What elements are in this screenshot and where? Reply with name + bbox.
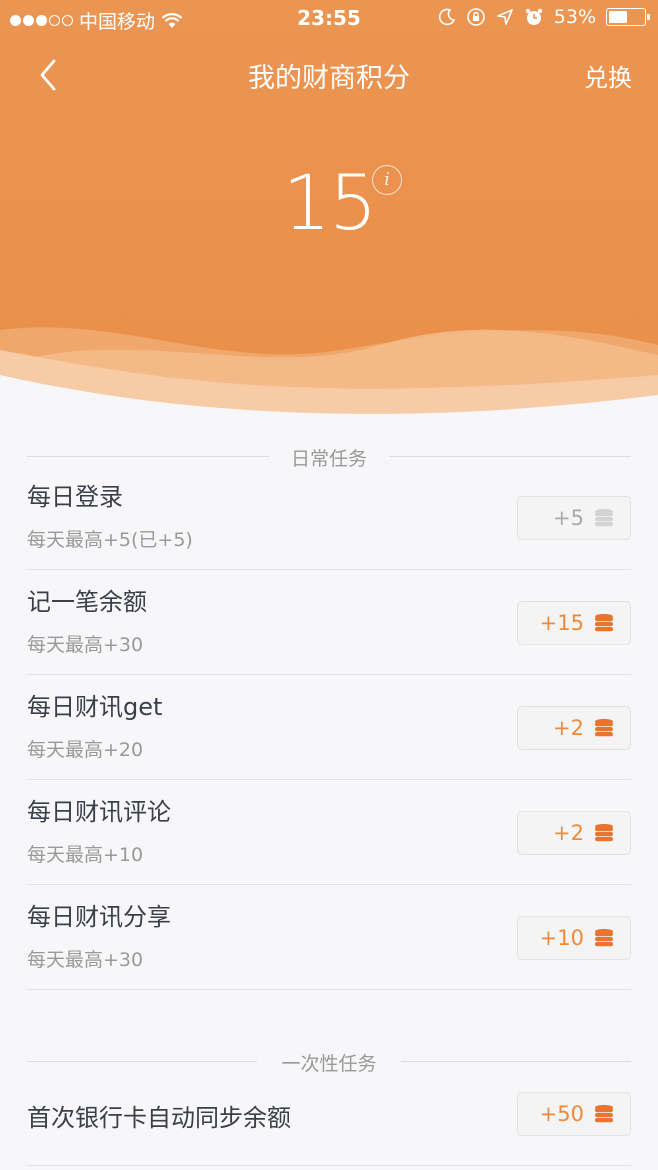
- reward-value: +2: [553, 821, 584, 845]
- battery-icon: [606, 8, 650, 26]
- section-header-once: 一次性任务: [27, 1049, 631, 1075]
- wave-decoration: [0, 327, 658, 430]
- reward-button[interactable]: +15: [517, 601, 631, 645]
- coin-stack-icon: [595, 928, 613, 947]
- task-title: 每日财讯get: [27, 693, 163, 721]
- info-icon[interactable]: i: [372, 165, 402, 195]
- reward-value: +5: [553, 506, 584, 530]
- task-title: 每日财讯评论: [27, 798, 171, 826]
- task-subtitle: 每天最高+5(已+5): [27, 529, 193, 551]
- section-title-once: 一次性任务: [263, 1053, 395, 1075]
- task-row: 每日财讯评论每天最高+10 +2: [27, 780, 631, 885]
- status-bar: 中国移动 23:55 53%: [0, 0, 658, 38]
- coin-stack-icon: [595, 718, 613, 737]
- moon-icon: [438, 8, 455, 26]
- rotation-lock-icon: [466, 8, 485, 26]
- coin-stack-icon: [595, 613, 613, 632]
- task-row: 记一笔余额每天最高+30 +15: [27, 570, 631, 675]
- task-subtitle: 每天最高+10: [27, 844, 144, 866]
- points-value: 15: [282, 158, 378, 247]
- reward-button[interactable]: +2: [517, 706, 631, 750]
- task-row: 每日财讯get 每天最高+20 +2: [27, 675, 631, 780]
- coin-stack-icon: [595, 1104, 613, 1123]
- task-title: 每日财讯分享: [27, 903, 171, 931]
- reward-button[interactable]: +50: [517, 1092, 631, 1136]
- reward-value: +2: [553, 716, 584, 740]
- reward-button[interactable]: +2: [517, 811, 631, 855]
- battery-percent: 53%: [553, 6, 596, 28]
- reward-value: +10: [539, 926, 584, 950]
- coin-stack-icon: [595, 823, 613, 842]
- task-title: 记一笔余额: [27, 588, 147, 616]
- task-title: 首次银行卡自动同步余额: [27, 1104, 291, 1132]
- reward-value: +15: [539, 611, 584, 635]
- task-title: 每日登录: [27, 483, 123, 511]
- coin-stack-icon: [595, 508, 613, 527]
- task-row: 每日财讯分享每天最高+30 +10: [27, 885, 631, 990]
- location-icon: [496, 9, 513, 25]
- task-subtitle: 每天最高+20: [27, 739, 144, 761]
- task-subtitle: 每天最高+30: [27, 949, 144, 971]
- reward-value: +50: [539, 1102, 584, 1126]
- reward-button[interactable]: +10: [517, 916, 631, 960]
- task-row: 每日登录每天最高+5(已+5) +5: [27, 465, 631, 570]
- task-subtitle: 每天最高+30: [27, 634, 144, 656]
- task-row: 首次银行卡自动同步余额 +50: [27, 1064, 631, 1166]
- alarm-icon: [525, 8, 542, 25]
- exchange-button[interactable]: 兑换: [584, 58, 632, 93]
- page-title: 我的财商积分: [248, 63, 410, 94]
- points-display: 15: [0, 158, 658, 247]
- reward-button[interactable]: +5: [517, 496, 631, 540]
